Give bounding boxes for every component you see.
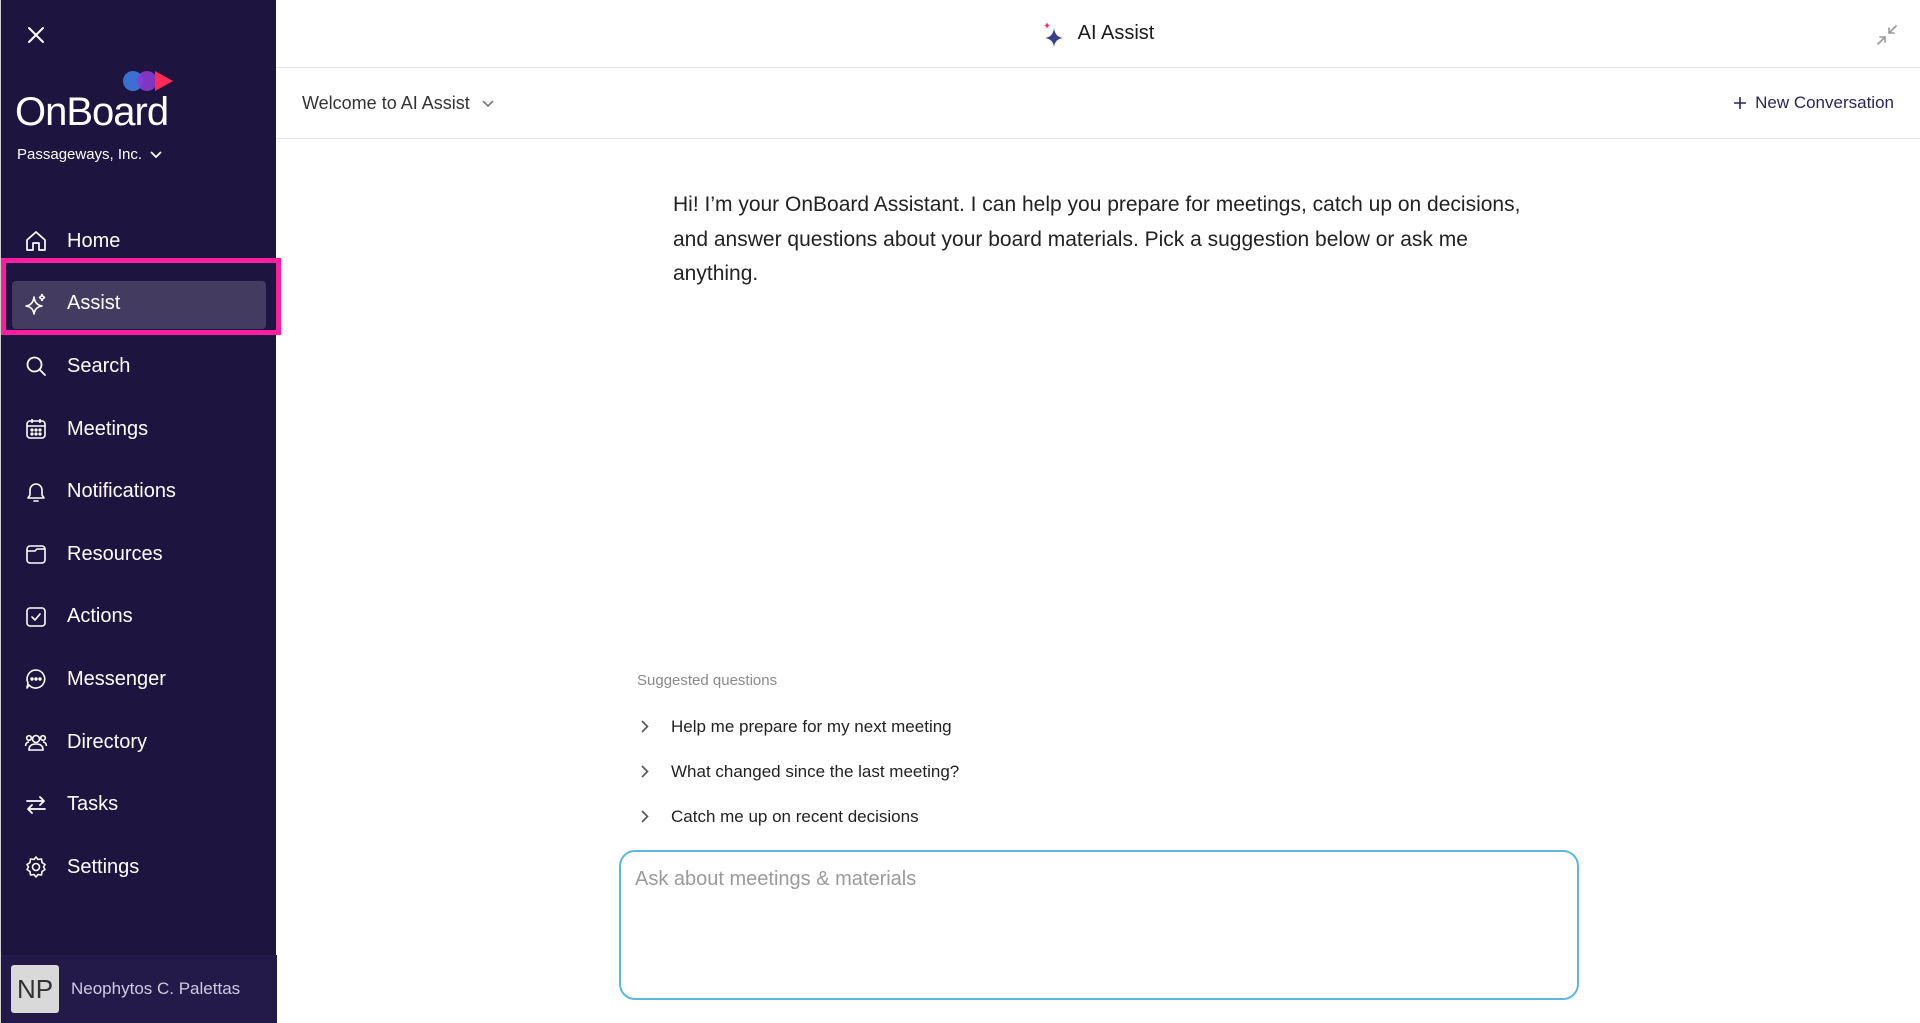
header: AI Assist bbox=[276, 0, 1920, 68]
org-switcher[interactable]: Passageways, Inc. bbox=[17, 146, 162, 163]
sidebar-item-label: Directory bbox=[67, 730, 148, 753]
sidebar-item-search[interactable]: Search bbox=[1, 335, 277, 398]
sidebar-item-actions[interactable]: Actions bbox=[1, 586, 277, 649]
user-profile[interactable]: NP Neophytos C. Palettas bbox=[1, 955, 277, 1023]
collapse-button[interactable] bbox=[1874, 22, 1900, 48]
plus-icon bbox=[1734, 97, 1747, 109]
close-sidebar-button[interactable] bbox=[23, 22, 49, 48]
bell-icon bbox=[23, 479, 49, 505]
suggestion-item[interactable]: Catch me up on recent decisions bbox=[637, 794, 959, 839]
sidebar-item-label: Home bbox=[67, 229, 121, 252]
suggestion-text: What changed since the last meeting? bbox=[671, 761, 960, 781]
sidebar-item-settings[interactable]: Settings bbox=[1, 836, 277, 899]
sidebar-item-notifications[interactable]: Notifications bbox=[1, 460, 277, 523]
checkbox-icon bbox=[23, 604, 49, 630]
sidebar-item-home[interactable]: Home bbox=[1, 210, 277, 273]
assistant-welcome-message: Hi! I’m your OnBoard Assistant. I can he… bbox=[673, 193, 1521, 285]
sidebar-item-resources[interactable]: Resources bbox=[1, 523, 277, 586]
sidebar-nav: Home Assist Search Meetings Notification… bbox=[1, 210, 277, 899]
sidebar-item-label: Meetings bbox=[67, 417, 149, 440]
sidebar-item-label: Assist bbox=[67, 292, 121, 315]
logo-text: OnBoard bbox=[15, 90, 169, 134]
home-icon bbox=[23, 228, 49, 254]
page-title: AI Assist bbox=[1077, 22, 1155, 44]
org-name: Passageways, Inc. bbox=[17, 146, 143, 163]
sidebar-item-directory[interactable]: Directory bbox=[1, 711, 277, 774]
chevron-down-icon bbox=[150, 150, 162, 158]
suggestions-title: Suggested questions bbox=[637, 672, 778, 689]
chat-icon bbox=[23, 666, 49, 692]
sidebar-item-label: Tasks bbox=[67, 793, 119, 816]
people-icon bbox=[23, 729, 49, 755]
suggestion-text: Catch me up on recent decisions bbox=[671, 806, 919, 826]
gear-icon bbox=[23, 854, 49, 880]
calendar-icon bbox=[23, 416, 49, 442]
sidebar-item-label: Messenger bbox=[67, 667, 166, 690]
ai-sparkle-icon bbox=[1043, 21, 1063, 47]
conversation-selector[interactable]: Welcome to AI Assist bbox=[302, 93, 494, 114]
close-icon bbox=[28, 27, 44, 43]
chevron-right-icon bbox=[641, 720, 661, 733]
conversation-title: Welcome to AI Assist bbox=[302, 93, 470, 113]
avatar: NP bbox=[11, 965, 59, 1013]
suggestion-item[interactable]: Help me prepare for my next meeting bbox=[637, 704, 959, 749]
suggestions-list: Help me prepare for my next meeting What… bbox=[637, 704, 959, 839]
chevron-right-icon bbox=[641, 765, 661, 778]
folder-icon bbox=[23, 541, 49, 567]
sparkle-icon bbox=[23, 291, 49, 317]
sidebar-item-tasks[interactable]: Tasks bbox=[1, 773, 277, 836]
sidebar-item-label: Settings bbox=[67, 855, 140, 878]
search-icon bbox=[23, 353, 49, 379]
ask-input[interactable] bbox=[619, 850, 1579, 1000]
main-panel: AI Assist Welcome to AI Assist New Conve… bbox=[276, 0, 1920, 1023]
conversation-bar: Welcome to AI Assist New Conversation bbox=[276, 69, 1920, 139]
sidebar-item-messenger[interactable]: Messenger bbox=[1, 648, 277, 711]
sidebar-item-meetings[interactable]: Meetings bbox=[1, 398, 277, 461]
sidebar-item-label: Actions bbox=[67, 605, 133, 628]
sidebar-item-label: Search bbox=[67, 354, 131, 377]
suggestion-item[interactable]: What changed since the last meeting? bbox=[637, 749, 959, 794]
new-conversation-label: New Conversation bbox=[1755, 93, 1894, 112]
sidebar-item-label: Notifications bbox=[67, 480, 176, 503]
chevron-down-icon bbox=[482, 99, 494, 107]
arrows-swap-icon bbox=[23, 792, 49, 818]
sidebar-item-label: Resources bbox=[67, 542, 163, 565]
collapse-icon bbox=[1877, 25, 1897, 45]
sidebar: OnBoard Passageways, Inc. Home Assist Se… bbox=[0, 0, 277, 1023]
user-name: Neophytos C. Palettas bbox=[71, 979, 241, 998]
sidebar-item-assist[interactable]: Assist bbox=[1, 273, 277, 336]
onboard-logo: OnBoard bbox=[15, 64, 185, 136]
new-conversation-button[interactable]: New Conversation bbox=[1733, 93, 1894, 113]
chevron-right-icon bbox=[641, 810, 661, 823]
suggestion-text: Help me prepare for my next meeting bbox=[671, 716, 952, 736]
